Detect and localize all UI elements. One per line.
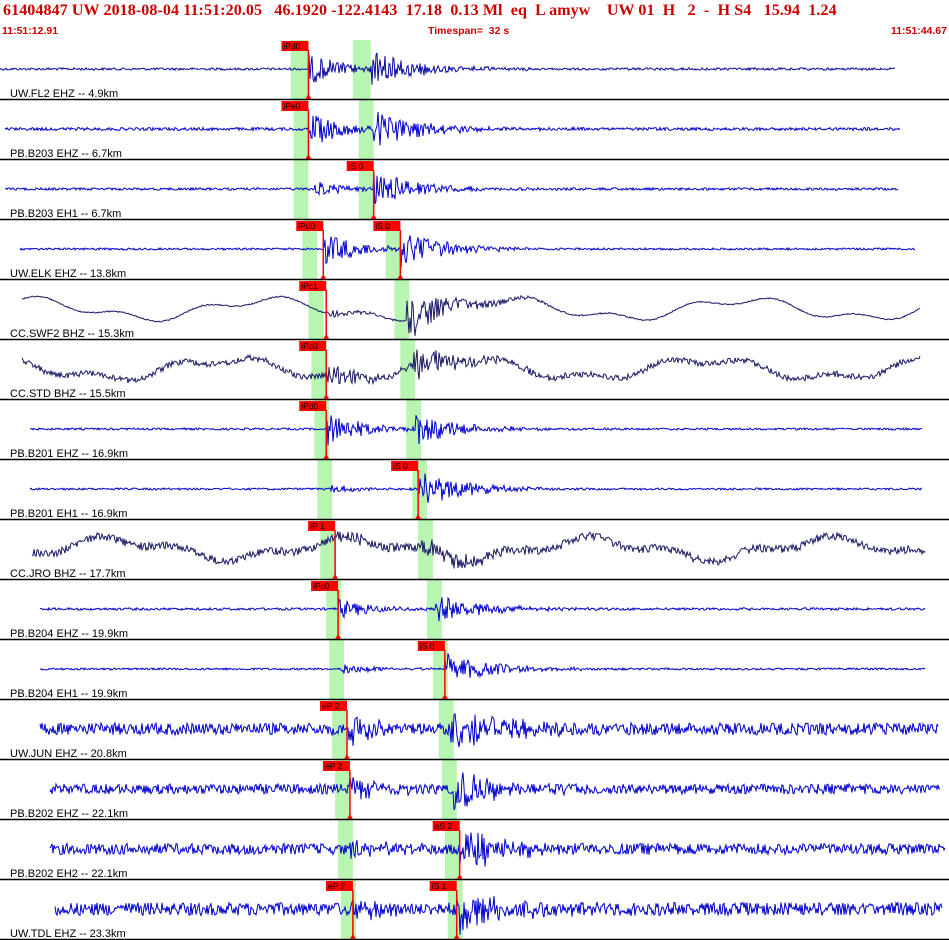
station-label: PB.B201 EHZ -- 16.9km (10, 448, 128, 460)
p-pick-marker (323, 334, 330, 339)
start-time: 11:51:12.91 (2, 25, 59, 37)
p-pick-label: eP 2 (328, 881, 346, 891)
trace-row[interactable]: iS 0 PB.B203 EH1 -- 6.7km (0, 161, 949, 221)
station-label: UW.JUN EHZ -- 20.8km (10, 748, 127, 760)
s-pick-label: iS 0 (420, 641, 435, 651)
station-label: PB.B203 EHZ -- 6.7km (10, 148, 122, 160)
s-pick-label: iS 0 (375, 221, 390, 231)
trace-row[interactable]: iPc1 CC.SWF2 BHZ -- 15.3km (0, 281, 949, 341)
station-label: PB.B202 EHZ -- 22.1km (10, 808, 128, 820)
end-time: 11:51:44.67 (890, 25, 947, 37)
seismogram-panel[interactable]: iPd0 UW.FL2 EHZ -- 4.9km iPe0 PB.B203 EHZ -… (0, 40, 949, 940)
trace-row[interactable]: iPc0 PB.B204 EHZ -- 19.9km (0, 581, 949, 641)
trace-row[interactable]: iPd0 iS 0 UW.ELK EHZ -- 13.8km (0, 221, 949, 281)
station-label: PB.B203 EH1 -- 6.7km (10, 208, 121, 220)
station-label: CC.STD BHZ -- 15.5km (10, 388, 126, 400)
waveform (21, 349, 921, 386)
trace-row[interactable]: eP 2 PB.B202 EHZ -- 22.1km (0, 761, 949, 821)
station-label: PB.B202 EH2 -- 22.1km (10, 868, 127, 880)
station-label: CC.SWF2 BHZ -- 15.3km (10, 328, 134, 340)
trace-row[interactable]: iPe0 PB.B203 EHZ -- 6.7km (0, 101, 949, 161)
p-pick-label: eP 2 (325, 761, 343, 771)
trace-row[interactable]: eS 2 PB.B202 EH2 -- 22.1km (0, 821, 949, 881)
waveform (21, 294, 921, 337)
station-label: UW.FL2 EHZ -- 4.9km (10, 88, 118, 100)
waveform (39, 712, 939, 748)
trace-row[interactable]: eP 2 UW.JUN EHZ -- 20.8km (0, 701, 949, 761)
station-label: CC.JRO BHZ -- 17.7km (10, 568, 126, 580)
p-window (329, 640, 345, 700)
station-label: UW.ELK EHZ -- 13.8km (10, 268, 126, 280)
s-window (400, 340, 416, 400)
trace-row[interactable]: iP 1 CC.JRO BHZ -- 17.7km (0, 521, 949, 581)
station-label: PB.B204 EH1 -- 19.9km (10, 688, 127, 700)
s-pick-label: eS 2 (435, 821, 453, 831)
p-pick-label: iPc0 (313, 581, 330, 591)
trace-row[interactable]: iPd0 PB.B201 EHZ -- 16.9km (0, 401, 949, 461)
p-pick-label: iPd0 (298, 221, 315, 231)
trace-row[interactable]: eP 2 iS 1 UW.TDL EHZ -- 23.3km (0, 881, 949, 940)
p-window (293, 160, 309, 220)
waveform (29, 473, 922, 504)
p-pick-label: iPc1 (301, 281, 318, 291)
waveform (49, 772, 941, 811)
p-pick-label: iPe0 (283, 101, 300, 111)
waveform (54, 895, 943, 935)
s-pick-label: iS 0 (393, 461, 408, 471)
s-window (441, 760, 457, 820)
s-pick-label: iS 1 (432, 881, 447, 891)
p-pick-marker (320, 274, 327, 279)
waveform (39, 596, 926, 622)
station-label: PB.B204 EHZ -- 19.9km (10, 628, 128, 640)
waveform (0, 52, 896, 85)
p-pick-label: iP 1 (310, 521, 325, 531)
trace-row[interactable]: iS 0 PB.B201 EH1 -- 16.9km (0, 461, 949, 521)
p-pick-label: iPd0 (283, 41, 300, 51)
waveform (49, 832, 946, 867)
trace-row[interactable]: iPc0 CC.STD BHZ -- 15.5km (0, 341, 949, 401)
waveform (4, 174, 899, 204)
waveform (39, 653, 926, 679)
p-pick-label: eP 2 (322, 701, 340, 711)
timespan-label: Timespan= 32 s (428, 25, 510, 37)
waveform (29, 415, 923, 446)
p-pick-label: iPd0 (301, 401, 318, 411)
p-pick-label: iPc0 (301, 341, 318, 351)
trace-row[interactable]: iS 0 PB.B204 EH1 -- 19.9km (0, 641, 949, 701)
waveform (4, 111, 901, 146)
trace-row[interactable]: iPd0 UW.FL2 EHZ -- 4.9km (0, 41, 949, 101)
waveform (19, 235, 916, 268)
s-pick-label: iS 0 (349, 161, 364, 171)
event-summary-title: 61404847 UW 2018-08-04 11:51:20.05 46.19… (3, 2, 837, 19)
event-header: 61404847 UW 2018-08-04 11:51:20.05 46.19… (0, 0, 949, 40)
waveform (31, 531, 926, 569)
station-label: PB.B201 EH1 -- 16.9km (10, 508, 127, 520)
s-window (394, 280, 410, 340)
station-label: UW.TDL EHZ -- 23.3km (10, 928, 126, 940)
